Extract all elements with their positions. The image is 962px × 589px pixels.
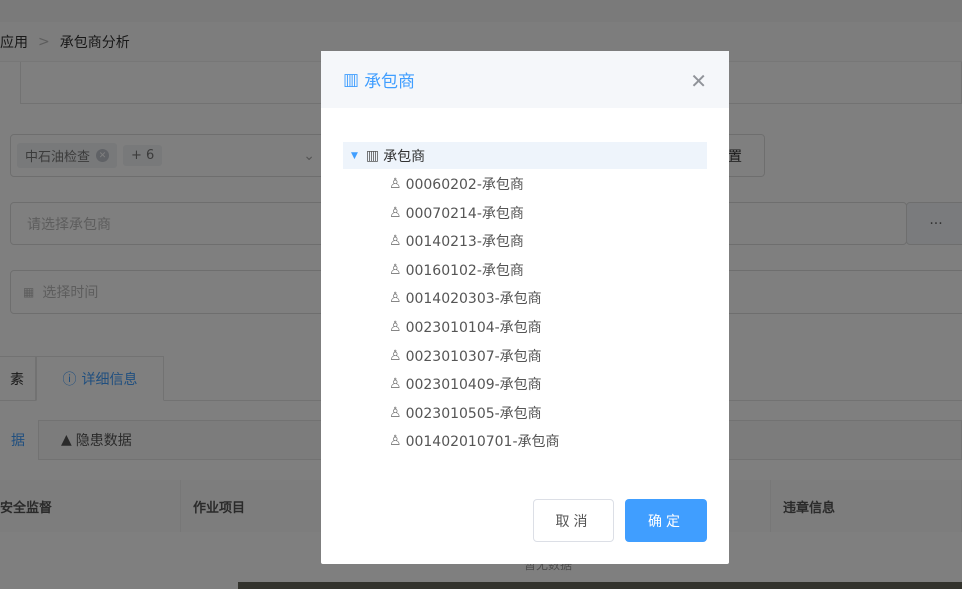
tree-node[interactable]: ♙ 00160102-承包商: [389, 256, 524, 284]
tree-node-label: 00160102-承包商: [405, 262, 524, 279]
building-icon: ▥: [343, 69, 360, 90]
user-icon: ♙: [389, 319, 402, 335]
tree-node-label: 00070214-承包商: [405, 205, 524, 222]
user-icon: ♙: [389, 433, 402, 450]
user-icon: ♙: [389, 404, 402, 421]
tree-node[interactable]: ♙ 0023010505-承包商: [389, 399, 542, 427]
tree-node-label: 0023010409-承包商: [405, 377, 542, 394]
tree-node[interactable]: ♙ 0023010409-承包商: [389, 370, 542, 398]
building-icon: ▥: [365, 147, 380, 164]
tree-node-label: 0023010505-承包商: [405, 405, 542, 422]
tree-root-label: 承包商: [383, 148, 426, 165]
confirm-button[interactable]: 确定: [625, 499, 707, 542]
user-icon: ♙: [389, 261, 402, 278]
tree-node-label: 0023010307-承包商: [405, 348, 542, 365]
close-icon[interactable]: ✕: [690, 71, 707, 91]
tree-node[interactable]: ♙ 0023010307-承包商: [389, 342, 542, 370]
user-icon: ♙: [389, 204, 402, 221]
cancel-button[interactable]: 取消: [533, 499, 614, 542]
contractor-dialog: ▥ 承包商 ✕ ▼ ▥ 承包商 ♙ 00060202-承包商 ♙ 00070214-承…: [321, 51, 729, 564]
tree-node-label: 00060202-承包商: [405, 177, 524, 193]
tree-node-label: 0023010104-承包商: [405, 320, 542, 336]
caret-down-icon[interactable]: ▼: [351, 151, 358, 161]
user-icon: ♙: [389, 347, 402, 364]
dialog-title: 承包商: [364, 72, 416, 92]
tree-node[interactable]: ♙ 00140213-承包商: [389, 227, 524, 255]
user-icon: ♙: [389, 290, 402, 307]
user-icon: ♙: [389, 376, 402, 393]
tree-root[interactable]: ▼ ▥ 承包商: [343, 142, 707, 169]
user-icon: ♙: [389, 176, 402, 192]
tree-node[interactable]: ♙ 001402010701-承包商: [389, 427, 560, 455]
tree-node-label: 00140213-承包商: [405, 234, 524, 251]
tree-node-label: 001402010701-承包商: [405, 434, 560, 451]
dialog-header: ▥ 承包商: [321, 51, 729, 108]
user-icon: ♙: [389, 233, 402, 250]
tree-node[interactable]: ♙ 0014020303-承包商: [389, 284, 542, 312]
tree-node[interactable]: ♙ 0023010104-承包商: [389, 313, 542, 341]
tree-node[interactable]: ♙ 00060202-承包商: [389, 170, 524, 198]
tree-node-label: 0014020303-承包商: [405, 291, 542, 308]
tree-node[interactable]: ♙ 00070214-承包商: [389, 199, 524, 227]
